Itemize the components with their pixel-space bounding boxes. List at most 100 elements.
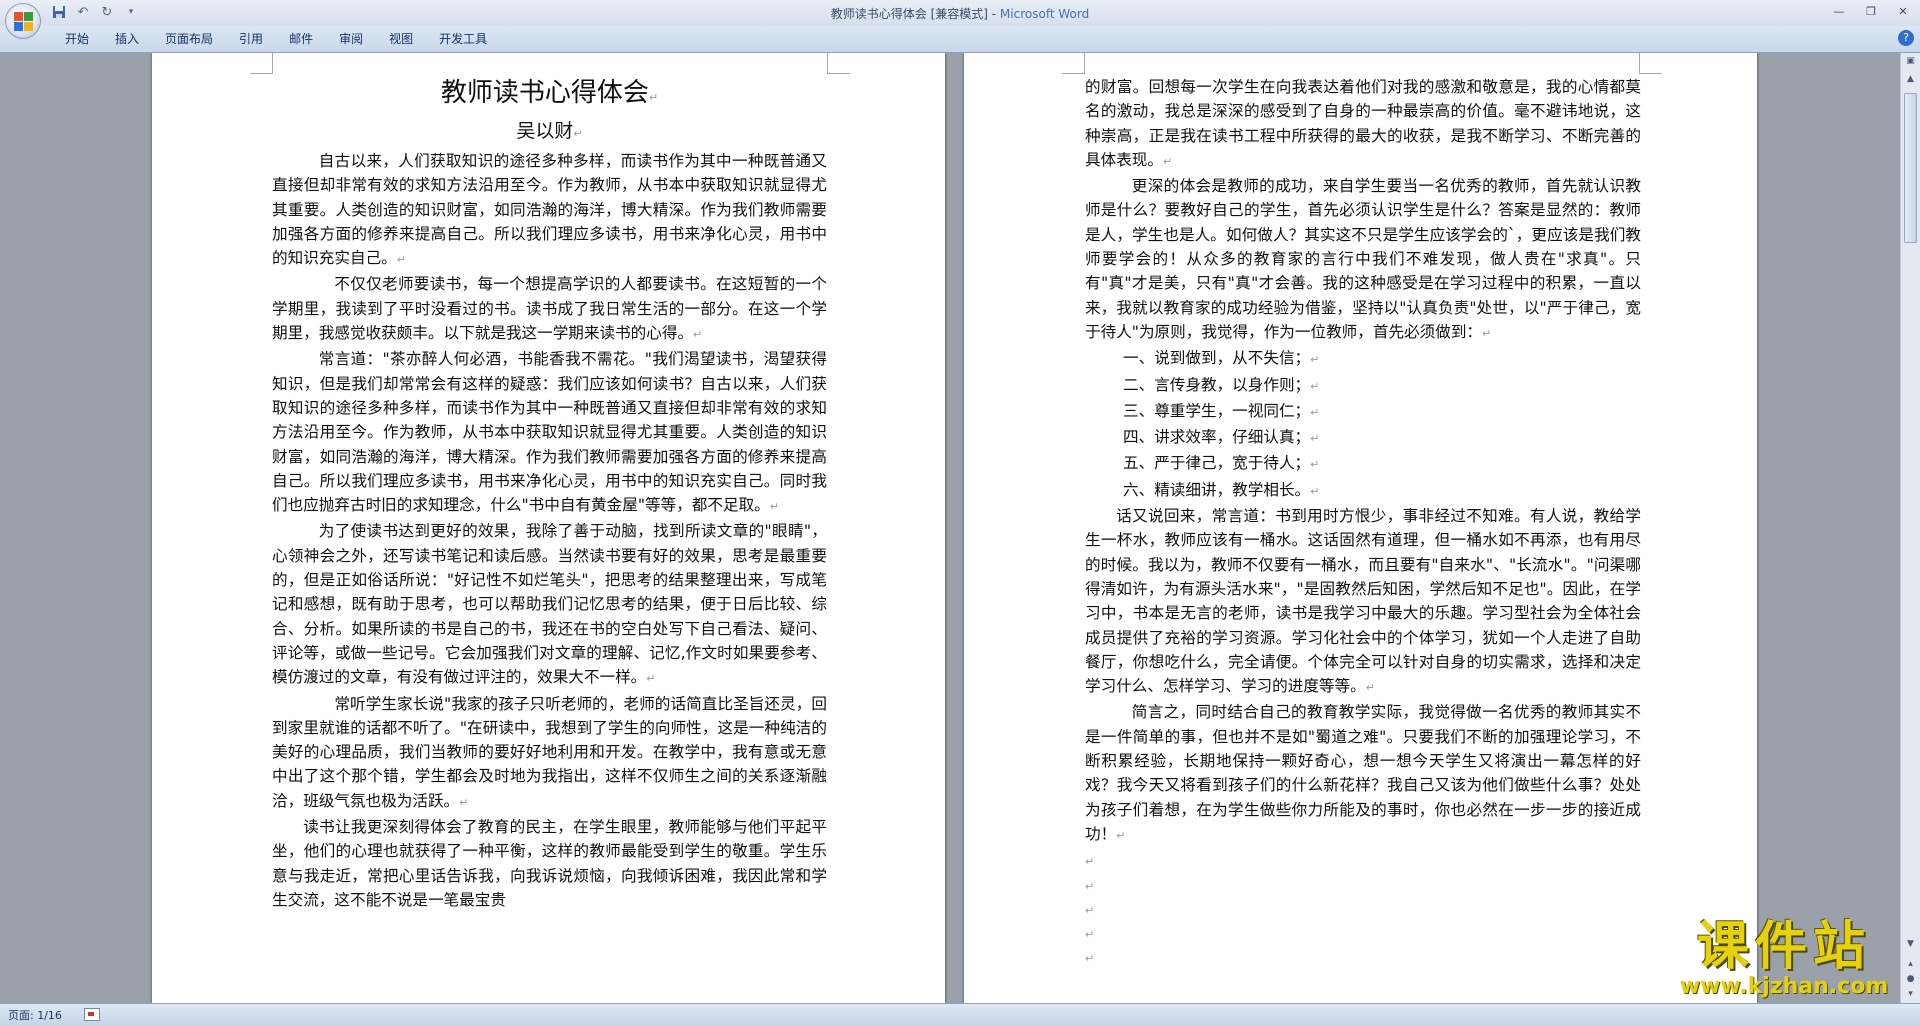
close-icon[interactable]: ✕ [1892, 2, 1914, 20]
list-item-text: 一、说到做到，从不失信； [1123, 349, 1311, 368]
status-bar: 页面: 1/16 [0, 1003, 1920, 1026]
paragraph: 的财富。回想每一次学生在向我表达着他们对我的感激和敬意是，我的心情都莫名的激动，… [1085, 75, 1641, 174]
list-item: 五、严于律己，宽于待人；↵ [1085, 451, 1641, 477]
paragraph-text: 更深的体会是教师的成功，来自学生要当一名优秀的教师，首先就认识教师是什么？要教好… [1085, 177, 1641, 341]
margin-corner-mark [827, 53, 850, 74]
logo-tile-1 [13, 11, 23, 21]
paragraph-mark: ↵ [648, 91, 659, 104]
scrollbar-thumb[interactable] [1904, 93, 1917, 243]
tab-references[interactable]: 引用 [226, 30, 276, 48]
paragraph-mark: ↵ [1310, 405, 1320, 419]
paragraph: 常听学生家长说"我家的孩子只听老师的，老师的话简直比圣旨还灵，回到家里就谁的话都… [272, 692, 827, 815]
select-browse-object-icon[interactable]: ● [1904, 973, 1917, 986]
empty-paragraph: ↵ [1085, 945, 1641, 969]
margin-corner-mark [1639, 53, 1662, 74]
window-title: 教师读书心得体会 [兼容模式] - Microsoft Word [0, 5, 1920, 22]
paragraph-text: 为了使读书达到更好的效果，我除了善于动脑，找到所读文章的"眼睛"，心领神会之外，… [272, 522, 827, 687]
watermark-text: 课件站 [1696, 917, 1871, 977]
scroll-down-icon[interactable]: ▼ [1904, 938, 1917, 951]
paragraph: 更深的体会是教师的成功，来自学生要当一名优秀的教师，首先就认识教师是什么？要教好… [1085, 174, 1641, 346]
page-count[interactable]: 页面: 1/16 [8, 1007, 62, 1023]
doc-title: 教师读书心得体会↵ [272, 75, 827, 116]
paragraph-text: 不仅仅老师要读书，每一个想提高学识的人都要读书。在这短暂的一个学期里，我读到了平… [272, 275, 827, 343]
watermark-logo: 课件站 www.kjzhan.com [1664, 918, 1904, 1000]
logo-tile-2 [23, 11, 33, 21]
document-workspace: 教师读书心得体会↵ 吴以财↵ 自古以来，人们获取知识的途径多种多样，而读书作为其… [0, 53, 1900, 1003]
list-item: 四、讲求效率，仔细认真；↵ [1085, 425, 1641, 451]
office-button[interactable] [5, 3, 41, 39]
window-title-doc: 教师读书心得体会 [兼容模式] - [830, 7, 1000, 21]
paragraph-mark: ↵ [1162, 154, 1173, 168]
help-icon[interactable]: ? [1898, 30, 1914, 46]
page-2[interactable]: 的财富。回想每一次学生在向我表达着他们对我的感激和敬意是，我的心情都莫名的激动，… [964, 53, 1757, 1003]
paragraph-mark: ↵ [693, 328, 703, 342]
tab-home[interactable]: 开始 [52, 30, 102, 48]
paragraph-text: 常听学生家长说"我家的孩子只听老师的，老师的话简直比圣旨还灵，回到家里就谁的话都… [272, 694, 827, 810]
tab-developer[interactable]: 开发工具 [426, 30, 500, 48]
paragraph-mark: ↵ [1310, 353, 1320, 367]
minimize-icon[interactable]: — [1828, 2, 1850, 20]
page-1[interactable]: 教师读书心得体会↵ 吴以财↵ 自古以来，人们获取知识的途径多种多样，而读书作为其… [152, 53, 945, 1003]
ribbon-tab-bar: 开始 插入 页面布局 引用 邮件 审阅 视图 开发工具 ? [0, 26, 1920, 53]
next-page-icon[interactable]: ▾ [1904, 988, 1917, 1001]
page-2-text: 的财富。回想每一次学生在向我表达着他们对我的感激和敬意是，我的心情都莫名的激动，… [1085, 75, 1641, 970]
page-1-text: 教师读书心得体会↵ 吴以财↵ 自古以来，人们获取知识的途径多种多样，而读书作为其… [272, 75, 827, 912]
tab-view[interactable]: 视图 [376, 30, 426, 48]
paragraph: 常言道："茶亦醉人何必酒，书能香我不需花。"我们渴望读书，渴望获得知识，但是我们… [272, 347, 827, 519]
paragraph: 自古以来，人们获取知识的途径多种多样，而读书作为其中一种既普通又直接但却非常有效… [272, 149, 827, 272]
empty-paragraph: ↵ [1085, 921, 1641, 945]
paragraph-mark: ↵ [396, 253, 406, 267]
margin-corner-mark [1062, 53, 1085, 74]
paragraph-mark: ↵ [1085, 855, 1095, 869]
paragraph: 简言之，同时结合自己的教育教学实际，我觉得做一名优秀的教师其实不是一件简单的事，… [1085, 700, 1641, 848]
paragraph-text: 话又说回来，常言道：书到用时方恨少，事非经过不知难。有人说，教给学生一杯水，教师… [1085, 507, 1641, 696]
office-logo-icon [13, 11, 33, 31]
empty-paragraph: ↵ [1085, 873, 1641, 897]
paragraph-mark: ↵ [1085, 952, 1095, 966]
doc-author: 吴以财↵ [272, 116, 827, 149]
list-item: 三、尊重学生，一视同仁；↵ [1085, 399, 1641, 425]
paragraph-mark: ↵ [646, 672, 656, 686]
paragraph: 为了使读书达到更好的效果，我除了善于动脑，找到所读文章的"眼睛"，心领神会之外，… [272, 519, 827, 691]
title-bar: ↶ ↻ ▾ 教师读书心得体会 [兼容模式] - Microsoft Word —… [0, 0, 1920, 39]
restore-icon[interactable]: ❐ [1860, 2, 1882, 20]
paragraph-mark: ↵ [1310, 379, 1320, 393]
list-item: 一、说到做到，从不失信；↵ [1085, 346, 1641, 372]
list-item: 六、精读细讲，教学相长。↵ [1085, 478, 1641, 504]
list-item-text: 三、尊重学生，一视同仁； [1123, 401, 1311, 420]
doc-title-text: 教师读书心得体会 [440, 78, 649, 108]
tab-mailings[interactable]: 邮件 [276, 30, 326, 48]
previous-page-icon[interactable]: ▴ [1904, 958, 1917, 971]
paragraph-text: 常言道："茶亦醉人何必酒，书能香我不需花。"我们渴望读书，渴望获得知识，但是我们… [272, 350, 827, 515]
ruler-toggle-icon[interactable]: ▣ [1904, 55, 1917, 68]
proofing-status-icon[interactable] [84, 1008, 100, 1021]
paragraph-text: 读书让我更深刻得体会了教育的民主，在学生眼里，教师能够与他们平起平坐，他们的心理… [272, 818, 827, 909]
tab-insert[interactable]: 插入 [102, 30, 152, 48]
paragraph-mark: ↵ [573, 127, 583, 140]
paragraph-mark: ↵ [459, 795, 469, 809]
paragraph-mark: ↵ [1085, 903, 1095, 917]
watermark-url: www.kjzhan.com [1679, 974, 1889, 999]
vertical-scrollbar[interactable]: ▣ ▲ ▼ ▴ ● ▾ [1900, 53, 1920, 1003]
margin-corner-mark [250, 53, 273, 74]
paragraph-mark: ↵ [1310, 484, 1320, 498]
window-title-app: Microsoft Word [999, 7, 1090, 21]
tab-page-layout[interactable]: 页面布局 [152, 30, 226, 48]
paragraph-mark: ↵ [1085, 928, 1095, 942]
tab-review[interactable]: 审阅 [326, 30, 376, 48]
paragraph: 读书让我更深刻得体会了教育的民主，在学生眼里，教师能够与他们平起平坐，他们的心理… [272, 815, 827, 912]
scroll-up-icon[interactable]: ▲ [1904, 73, 1917, 86]
window-controls: — ❐ ✕ [1828, 2, 1914, 20]
logo-tile-4 [23, 21, 33, 31]
list-item-text: 五、严于律己，宽于待人； [1123, 454, 1311, 473]
empty-paragraph: ↵ [1085, 848, 1641, 872]
paragraph-mark: ↵ [769, 500, 779, 514]
list-item-text: 四、讲求效率，仔细认真； [1123, 428, 1311, 447]
paragraph: 不仅仅老师要读书，每一个想提高学识的人都要读书。在这短暂的一个学期里，我读到了平… [272, 272, 827, 347]
paragraph-mark: ↵ [1365, 681, 1375, 695]
paragraph-mark: ↵ [1116, 828, 1126, 842]
paragraph-mark: ↵ [1310, 432, 1320, 446]
ribbon-tabs: 开始 插入 页面布局 引用 邮件 审阅 视图 开发工具 [52, 30, 500, 48]
paragraph-mark: ↵ [1310, 458, 1320, 472]
doc-author-text: 吴以财 [516, 120, 574, 142]
